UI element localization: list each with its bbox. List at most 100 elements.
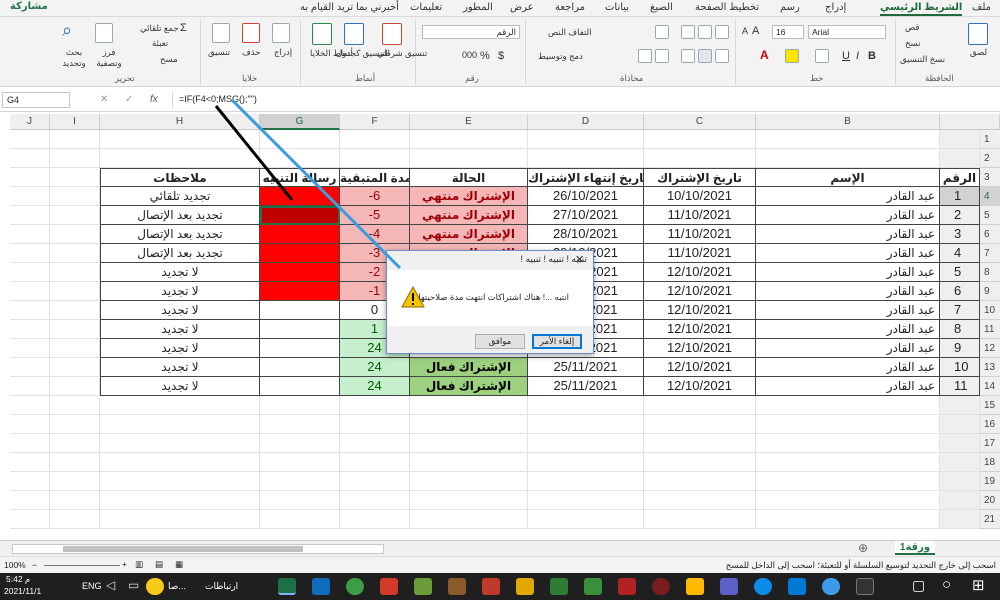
insert-button[interactable]: إدراج (274, 47, 292, 58)
empty-cell[interactable] (644, 434, 756, 453)
language-indicator[interactable]: ENG (82, 581, 102, 591)
empty-cell[interactable] (10, 320, 50, 339)
empty-cell[interactable] (50, 396, 100, 415)
file-explorer-icon[interactable] (686, 578, 704, 595)
clear-button[interactable]: مسح (160, 54, 178, 65)
empty-cell[interactable] (50, 453, 100, 472)
tab-page-layout[interactable]: تخطيط الصفحة (695, 2, 759, 13)
empty-cell[interactable] (10, 206, 50, 225)
empty-cell[interactable] (528, 396, 644, 415)
table-cell-h[interactable]: لا تجديد (100, 320, 260, 339)
share-button[interactable]: مشاركة (10, 1, 48, 12)
empty-cell[interactable] (644, 472, 756, 491)
empty-cell[interactable] (10, 434, 50, 453)
tab-developer[interactable]: المطور (463, 2, 493, 13)
table-cell-b[interactable]: عبد القادر (756, 320, 940, 339)
empty-cell[interactable] (940, 149, 980, 168)
tab-home[interactable]: الشريط الرئيسي (880, 2, 963, 16)
empty-cell[interactable] (260, 415, 340, 434)
tab-insert[interactable]: إدراج (825, 2, 846, 13)
conditional-format-icon[interactable] (382, 23, 402, 45)
table-cell-a[interactable]: 5 (940, 263, 980, 282)
empty-cell[interactable] (644, 130, 756, 149)
table-cell-g[interactable] (260, 263, 340, 282)
sheet-tab[interactable]: ورقة1 (895, 541, 935, 555)
empty-cell[interactable] (756, 434, 940, 453)
table-cell-a[interactable]: 7 (940, 301, 980, 320)
table-cell-g[interactable] (260, 187, 340, 206)
table-cell-a[interactable]: 8 (940, 320, 980, 339)
sort-filter-button[interactable]: فرز وتصفية (90, 47, 128, 69)
empty-cell[interactable] (10, 130, 50, 149)
empty-cell[interactable] (50, 434, 100, 453)
empty-cell[interactable] (528, 491, 644, 510)
table-cell-c[interactable]: 11/10/2021 (644, 206, 756, 225)
page-break-view-icon[interactable]: ▥ (135, 559, 143, 570)
empty-cell[interactable] (10, 168, 50, 187)
empty-cell[interactable] (340, 491, 410, 510)
battery-icon[interactable]: ▭ (128, 578, 139, 592)
table-cell-c[interactable]: 12/10/2021 (644, 263, 756, 282)
find-select-button[interactable]: بحث وتحديد (58, 47, 90, 69)
copy-button[interactable]: نسخ (905, 38, 920, 49)
empty-cell[interactable] (50, 377, 100, 396)
table-cell-d[interactable]: 28/10/2021 (528, 225, 644, 244)
table-cell-b[interactable]: عبد القادر (756, 358, 940, 377)
empty-cell[interactable] (528, 130, 644, 149)
excel-taskbar-icon[interactable] (278, 578, 296, 595)
empty-cell[interactable] (100, 453, 260, 472)
name-box[interactable]: G4 (2, 92, 70, 108)
empty-cell[interactable] (100, 472, 260, 491)
taskbar-app-icon[interactable] (482, 578, 500, 595)
table-cell-a[interactable]: 11 (940, 377, 980, 396)
windows-start-icon[interactable]: ⊞ (972, 576, 985, 594)
tab-view[interactable]: عرض (510, 2, 534, 13)
empty-cell[interactable] (10, 453, 50, 472)
empty-cell[interactable] (756, 396, 940, 415)
confirm-entry-icon[interactable]: ✓ (125, 94, 133, 105)
table-cell-h[interactable]: لا تجديد (100, 358, 260, 377)
table-cell-h[interactable]: لا تجديد (100, 377, 260, 396)
format-button[interactable]: تنسيق (208, 47, 230, 58)
cut-button[interactable]: قص (905, 22, 919, 33)
taskbar-app-icon[interactable] (516, 578, 534, 595)
empty-cell[interactable] (340, 510, 410, 529)
empty-cell[interactable] (260, 510, 340, 529)
empty-cell[interactable] (100, 149, 260, 168)
table-cell-c[interactable]: 11/10/2021 (644, 225, 756, 244)
volume-icon[interactable]: ◁ (106, 578, 115, 592)
empty-cell[interactable] (50, 206, 100, 225)
empty-cell[interactable] (528, 510, 644, 529)
format-table-icon[interactable] (344, 23, 364, 45)
add-sheet-icon[interactable]: ⊕ (858, 541, 868, 555)
table-cell-b[interactable]: عبد القادر (756, 377, 940, 396)
table-cell-g[interactable] (260, 320, 340, 339)
empty-cell[interactable] (410, 491, 528, 510)
paste-icon[interactable] (968, 23, 988, 45)
autosum-button[interactable]: جمع تلقائي (140, 23, 179, 34)
tab-review[interactable]: مراجعة (555, 2, 585, 13)
table-cell-b[interactable]: عبد القادر (756, 282, 940, 301)
table-cell-h[interactable]: لا تجديد (100, 339, 260, 358)
empty-cell[interactable] (260, 130, 340, 149)
empty-cell[interactable] (50, 339, 100, 358)
empty-cell[interactable] (756, 130, 940, 149)
table-cell-d[interactable]: 25/11/2021 (528, 358, 644, 377)
empty-cell[interactable] (10, 472, 50, 491)
empty-cell[interactable] (10, 491, 50, 510)
empty-cell[interactable] (528, 453, 644, 472)
empty-cell[interactable] (10, 244, 50, 263)
empty-cell[interactable] (940, 491, 980, 510)
table-header-c[interactable]: تاريخ الإشتراك (644, 168, 756, 187)
column-header-d[interactable]: D (528, 114, 644, 130)
table-header-h[interactable]: ملاحظات (100, 168, 260, 187)
paste-label[interactable]: لصق (970, 47, 987, 58)
table-cell-h[interactable]: لا تجديد (100, 282, 260, 301)
table-cell-g[interactable] (260, 282, 340, 301)
edge-icon[interactable] (754, 578, 772, 595)
empty-cell[interactable] (50, 301, 100, 320)
taskbar-app-icon[interactable] (720, 578, 738, 595)
align-top-icon[interactable] (715, 25, 729, 39)
table-cell-b[interactable]: عبد القادر (756, 225, 940, 244)
table-cell-b[interactable]: عبد القادر (756, 339, 940, 358)
